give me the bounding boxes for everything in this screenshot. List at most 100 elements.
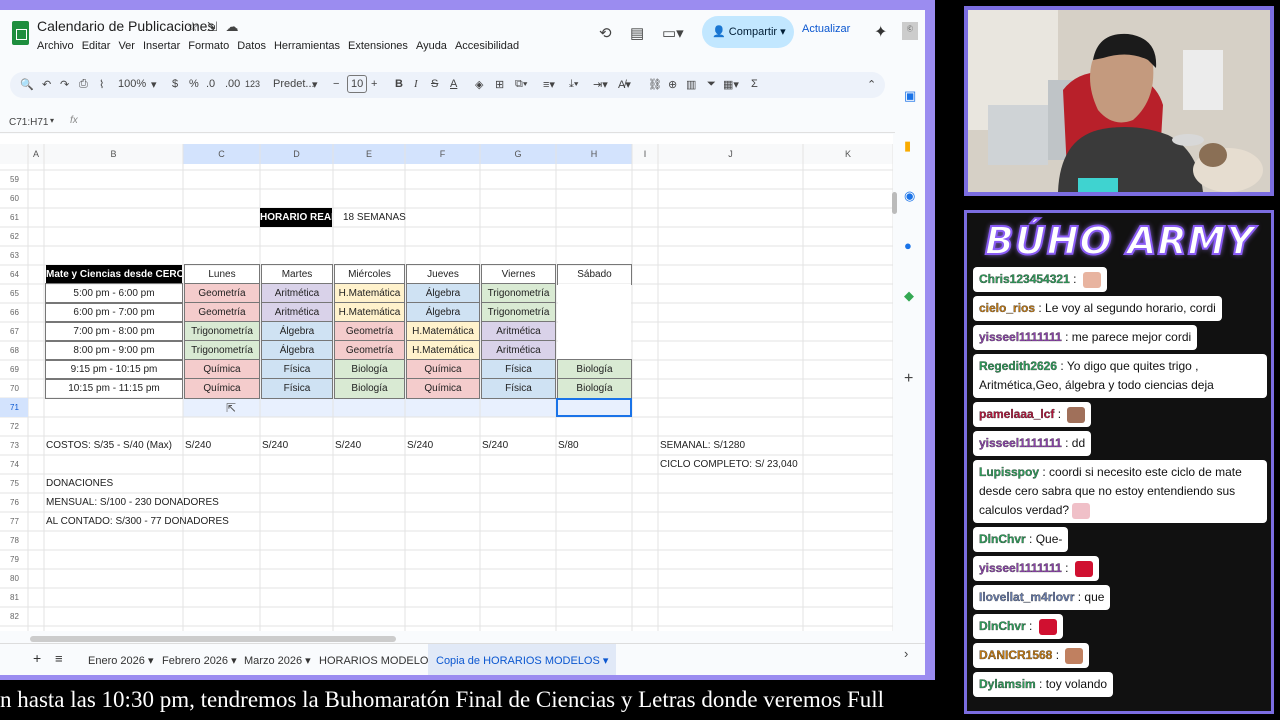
menu-item[interactable]: Ayuda: [416, 40, 447, 52]
day-header[interactable]: Sábado: [557, 264, 632, 285]
row-header[interactable]: 66: [0, 303, 28, 322]
maps-icon[interactable]: ◆: [904, 288, 914, 304]
row-header[interactable]: 80: [0, 569, 28, 588]
cost-value[interactable]: S/240: [262, 436, 332, 455]
schedule-cell[interactable]: Geometría: [334, 340, 405, 361]
add-addon-icon[interactable]: +: [904, 370, 913, 388]
column-header[interactable]: A: [28, 144, 44, 164]
bold-icon[interactable]: B: [395, 78, 403, 90]
font-select[interactable]: Predet...: [273, 78, 315, 90]
time-slot[interactable]: 5:00 pm - 6:00 pm: [45, 283, 183, 304]
tasks-icon[interactable]: ◉: [904, 188, 915, 204]
schedule-cell[interactable]: H.Matemática: [406, 321, 480, 342]
zoom-select[interactable]: 100%: [118, 78, 146, 90]
name-box[interactable]: C71:H71: [9, 117, 48, 128]
borders-icon[interactable]: ⊞: [495, 78, 504, 91]
sheet-tab[interactable]: Febrero 2026 ▾: [162, 654, 237, 667]
schedule-cell[interactable]: Química: [406, 359, 480, 380]
schedule-cell[interactable]: Biología: [557, 378, 632, 399]
schedule-cell[interactable]: Física: [261, 359, 333, 380]
row-header[interactable]: 75: [0, 474, 28, 493]
meet-icon[interactable]: ▭▾: [662, 24, 684, 42]
column-header[interactable]: J: [658, 144, 803, 164]
chat-username[interactable]: cielo_rios: [979, 301, 1035, 315]
chevron-down-icon[interactable]: ▾: [50, 116, 54, 125]
day-header[interactable]: Viernes: [481, 264, 556, 285]
chat-username[interactable]: yisseel1111111: [979, 330, 1062, 344]
column-header[interactable]: K: [803, 144, 893, 164]
filter-icon[interactable]: ⏷: [707, 78, 716, 91]
row-header[interactable]: 78: [0, 531, 28, 550]
chevron-down-icon[interactable]: ▾: [312, 78, 318, 91]
column-header[interactable]: B: [44, 144, 183, 164]
schedule-cell[interactable]: Geometría: [334, 321, 405, 342]
print-icon[interactable]: ⎙: [79, 78, 88, 91]
menu-item[interactable]: Datos: [237, 40, 266, 52]
rotate-icon[interactable]: A̸▾: [618, 78, 631, 91]
active-cell-outline[interactable]: [556, 398, 632, 417]
chat-username[interactable]: Chris123454321: [979, 272, 1070, 286]
row-header[interactable]: 68: [0, 341, 28, 360]
schedule-cell[interactable]: [558, 303, 631, 322]
row-header[interactable]: 81: [0, 588, 28, 607]
day-header[interactable]: Lunes: [184, 264, 260, 285]
schedule-cell[interactable]: Biología: [334, 359, 405, 380]
schedule-cell[interactable]: Álgebra: [406, 302, 480, 323]
schedule-cell[interactable]: Aritmética: [261, 302, 333, 323]
text-color-icon[interactable]: A: [450, 78, 457, 90]
strikethrough-icon[interactable]: S: [431, 78, 438, 90]
schedule-cell[interactable]: Química: [406, 378, 480, 399]
horario-real-label[interactable]: HORARIO REAL: [260, 208, 332, 227]
schedule-cell[interactable]: Trigonometría: [481, 283, 556, 304]
row-header[interactable]: 67: [0, 322, 28, 341]
schedule-cell[interactable]: [558, 341, 631, 360]
menu-item[interactable]: Insertar: [143, 40, 180, 52]
percent-button[interactable]: %: [189, 78, 199, 90]
chart-icon[interactable]: ▥: [686, 78, 696, 91]
ciclo-label[interactable]: CICLO COMPLETO: S/ 23,040: [660, 455, 892, 474]
paint-format-icon[interactable]: ⌇: [99, 78, 104, 91]
column-header[interactable]: D: [260, 144, 333, 164]
history-icon[interactable]: ⟲: [599, 24, 612, 42]
semanas-label[interactable]: 18 SEMANAS: [335, 208, 479, 227]
column-header[interactable]: C: [183, 144, 260, 164]
schedule-cell[interactable]: Física: [481, 378, 556, 399]
chevron-down-icon[interactable]: ▾: [145, 655, 154, 667]
menu-item[interactable]: Extensiones: [348, 40, 408, 52]
spreadsheet-grid[interactable]: A B C D E F G H I J K 59 60 61 62 63 64 65 66 67 68 69 70 71 72 7…: [0, 134, 893, 631]
menu-item[interactable]: Ver: [118, 40, 135, 52]
row-header[interactable]: 61: [0, 208, 28, 227]
collapse-toolbar-icon[interactable]: ⌃: [867, 78, 876, 91]
row-header[interactable]: 70: [0, 379, 28, 398]
row-header[interactable]: 74: [0, 455, 28, 474]
chat-username[interactable]: DANICR1568: [979, 648, 1053, 662]
column-header[interactable]: I: [632, 144, 658, 164]
schedule-cell[interactable]: Álgebra: [406, 283, 480, 304]
costos-label[interactable]: COSTOS: S/35 - S/40 (Max): [46, 436, 182, 455]
sheet-tab[interactable]: HORARIOS MODELOS ▾: [319, 654, 444, 667]
schedule-cell[interactable]: Trigonometría: [184, 340, 260, 361]
row-header[interactable]: 65: [0, 284, 28, 303]
row-header[interactable]: 72: [0, 417, 28, 436]
fill-color-icon[interactable]: ◈: [475, 78, 483, 91]
schedule-cell[interactable]: H.Matemática: [334, 283, 405, 304]
font-size-minus[interactable]: −: [333, 78, 339, 90]
day-header[interactable]: Martes: [261, 264, 333, 285]
schedule-cell[interactable]: Álgebra: [261, 321, 333, 342]
valign-icon[interactable]: ⤓▾: [569, 78, 578, 91]
font-size-input[interactable]: 10: [347, 75, 368, 93]
redo-icon[interactable]: ↷: [60, 78, 69, 91]
semanal-label[interactable]: SEMANAL: S/1280: [660, 436, 802, 455]
schedule-cell[interactable]: Álgebra: [261, 340, 333, 361]
column-header[interactable]: F: [405, 144, 480, 164]
chevron-down-icon[interactable]: ▾: [600, 655, 609, 667]
menu-item[interactable]: Formato: [188, 40, 229, 52]
decrease-decimal-button[interactable]: .0: [206, 78, 215, 90]
row-header[interactable]: 76: [0, 493, 28, 512]
increase-decimal-button[interactable]: .00: [225, 78, 240, 90]
cost-value[interactable]: S/80: [558, 436, 631, 455]
gemini-icon[interactable]: ✦: [874, 22, 887, 42]
chat-username[interactable]: DlnChvr: [979, 619, 1026, 633]
update-button[interactable]: Actualizar: [802, 23, 850, 35]
mensual-label[interactable]: MENSUAL: S/100 - 230 DONADORES: [46, 493, 259, 512]
